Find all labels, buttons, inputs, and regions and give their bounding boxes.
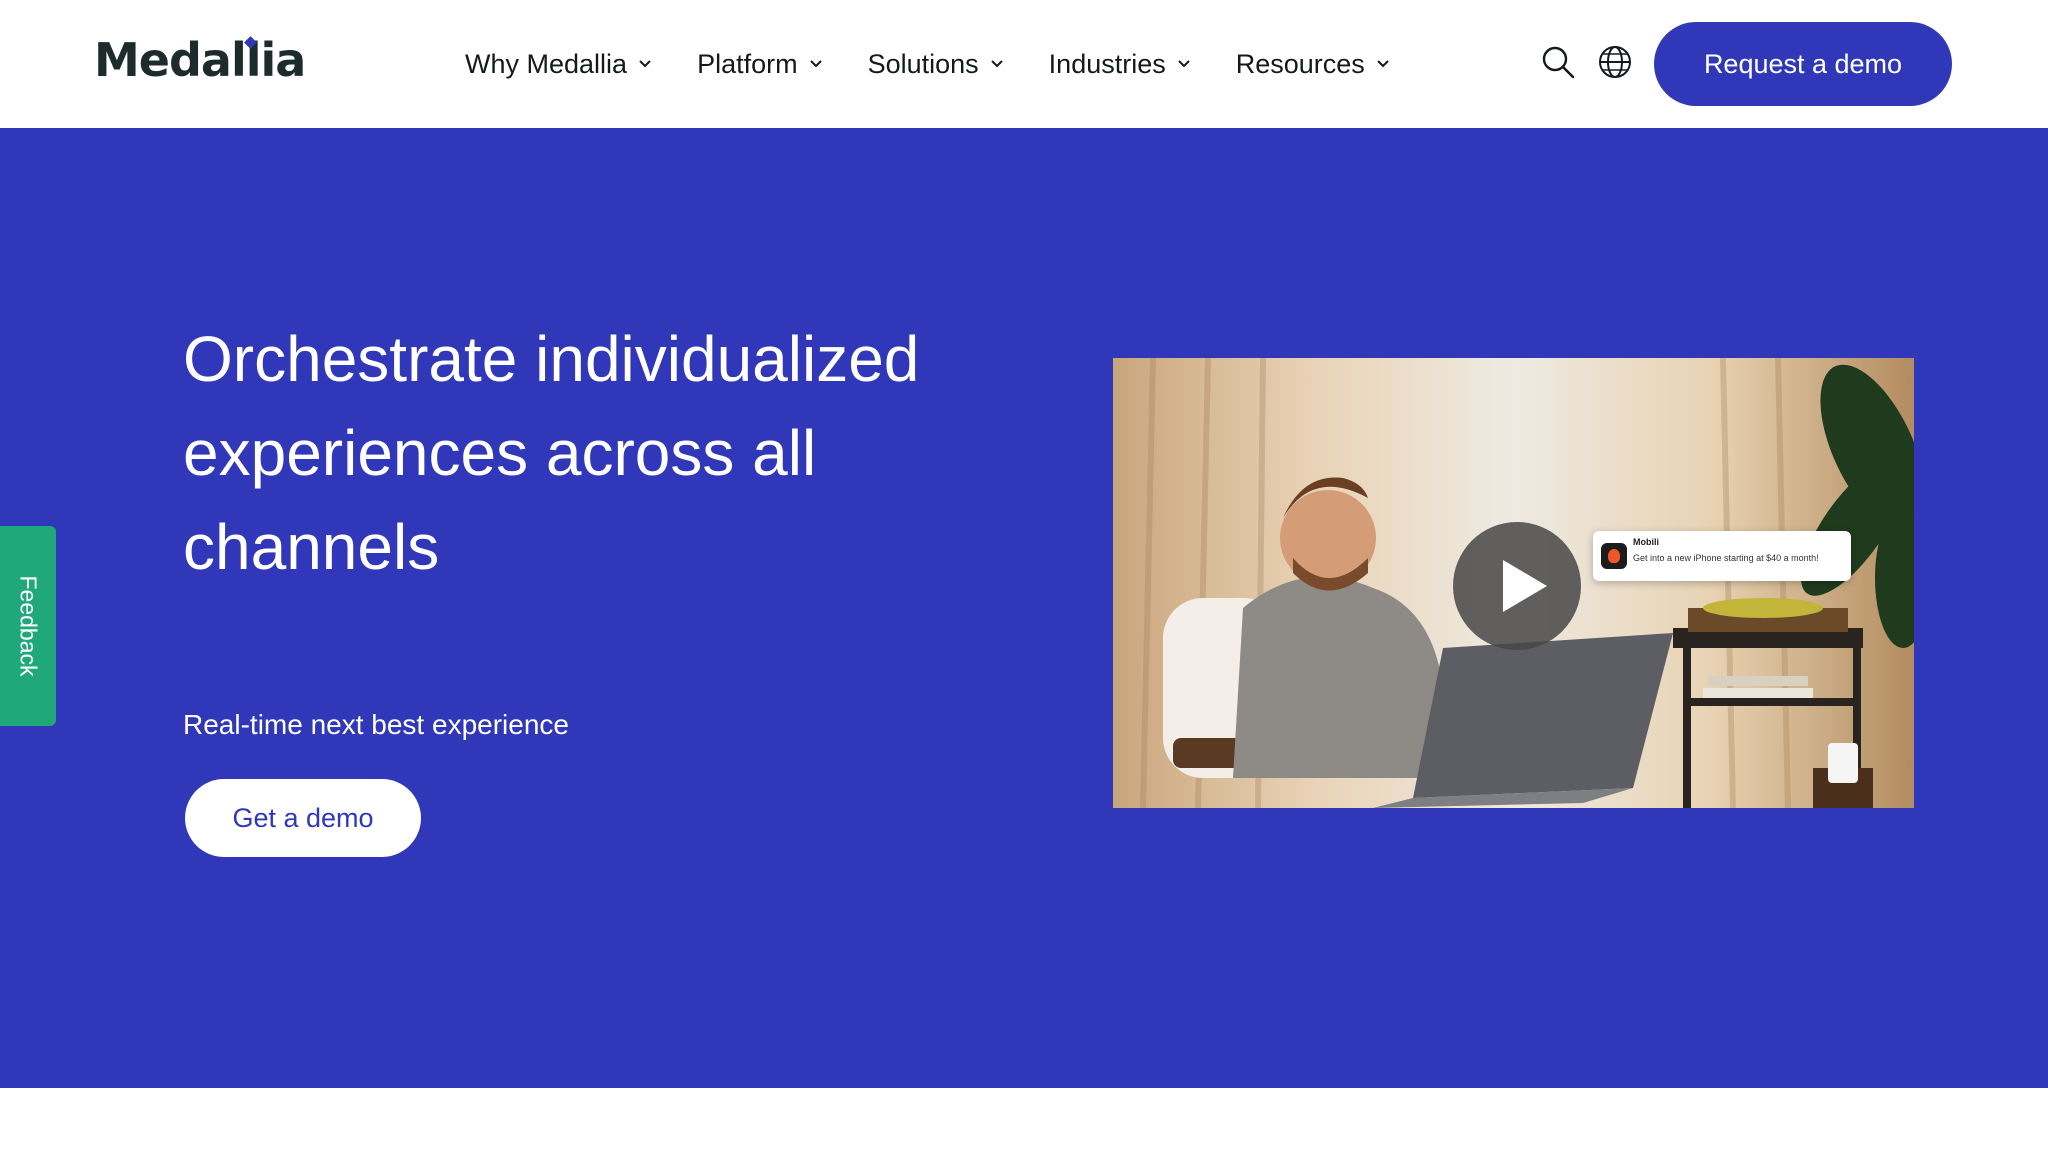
search-icon[interactable] [1540, 44, 1576, 80]
logo-text: Medallia [94, 33, 306, 87]
play-icon [1503, 560, 1547, 612]
play-button[interactable] [1453, 522, 1581, 650]
chevron-down-icon [1375, 56, 1391, 72]
video-notification-card: Mobili Get into a new iPhone starting at… [1593, 531, 1851, 581]
feedback-label: Feedback [15, 575, 42, 677]
nav-platform-label: Platform [697, 48, 798, 79]
request-demo-button[interactable]: Request a demo [1654, 22, 1952, 106]
nav-why-medallia[interactable]: Why Medallia [465, 49, 653, 80]
nav-solutions-label: Solutions [867, 48, 979, 79]
site-header: Medallia Why Medallia Platform Solutions… [0, 0, 2048, 128]
notification-title: Mobili [1633, 537, 1659, 547]
notification-text: Get into a new iPhone starting at $40 a … [1633, 553, 1819, 563]
hero-subtitle: Real-time next best experience [183, 709, 569, 740]
chevron-down-icon [637, 56, 653, 72]
main-nav: Why Medallia Platform Solutions Industri… [465, 38, 1435, 90]
nav-solutions[interactable]: Solutions [868, 49, 1005, 80]
chevron-down-icon [1176, 56, 1192, 72]
nav-why-medallia-label: Why Medallia [465, 48, 628, 79]
app-icon [1601, 543, 1627, 569]
chevron-down-icon [808, 56, 824, 72]
nav-resources-label: Resources [1235, 48, 1365, 79]
get-demo-button[interactable]: Get a demo [185, 779, 421, 857]
nav-platform[interactable]: Platform [697, 49, 824, 80]
nav-resources[interactable]: Resources [1236, 49, 1391, 80]
chevron-down-icon [989, 56, 1005, 72]
hero-title: Orchestrate individualized experiences a… [183, 323, 920, 583]
feedback-tab[interactable]: Feedback [0, 526, 56, 726]
globe-icon[interactable] [1597, 44, 1633, 80]
nav-industries-label: Industries [1048, 48, 1166, 79]
nav-industries[interactable]: Industries [1049, 49, 1192, 80]
medallia-logo[interactable]: Medallia [94, 30, 306, 90]
